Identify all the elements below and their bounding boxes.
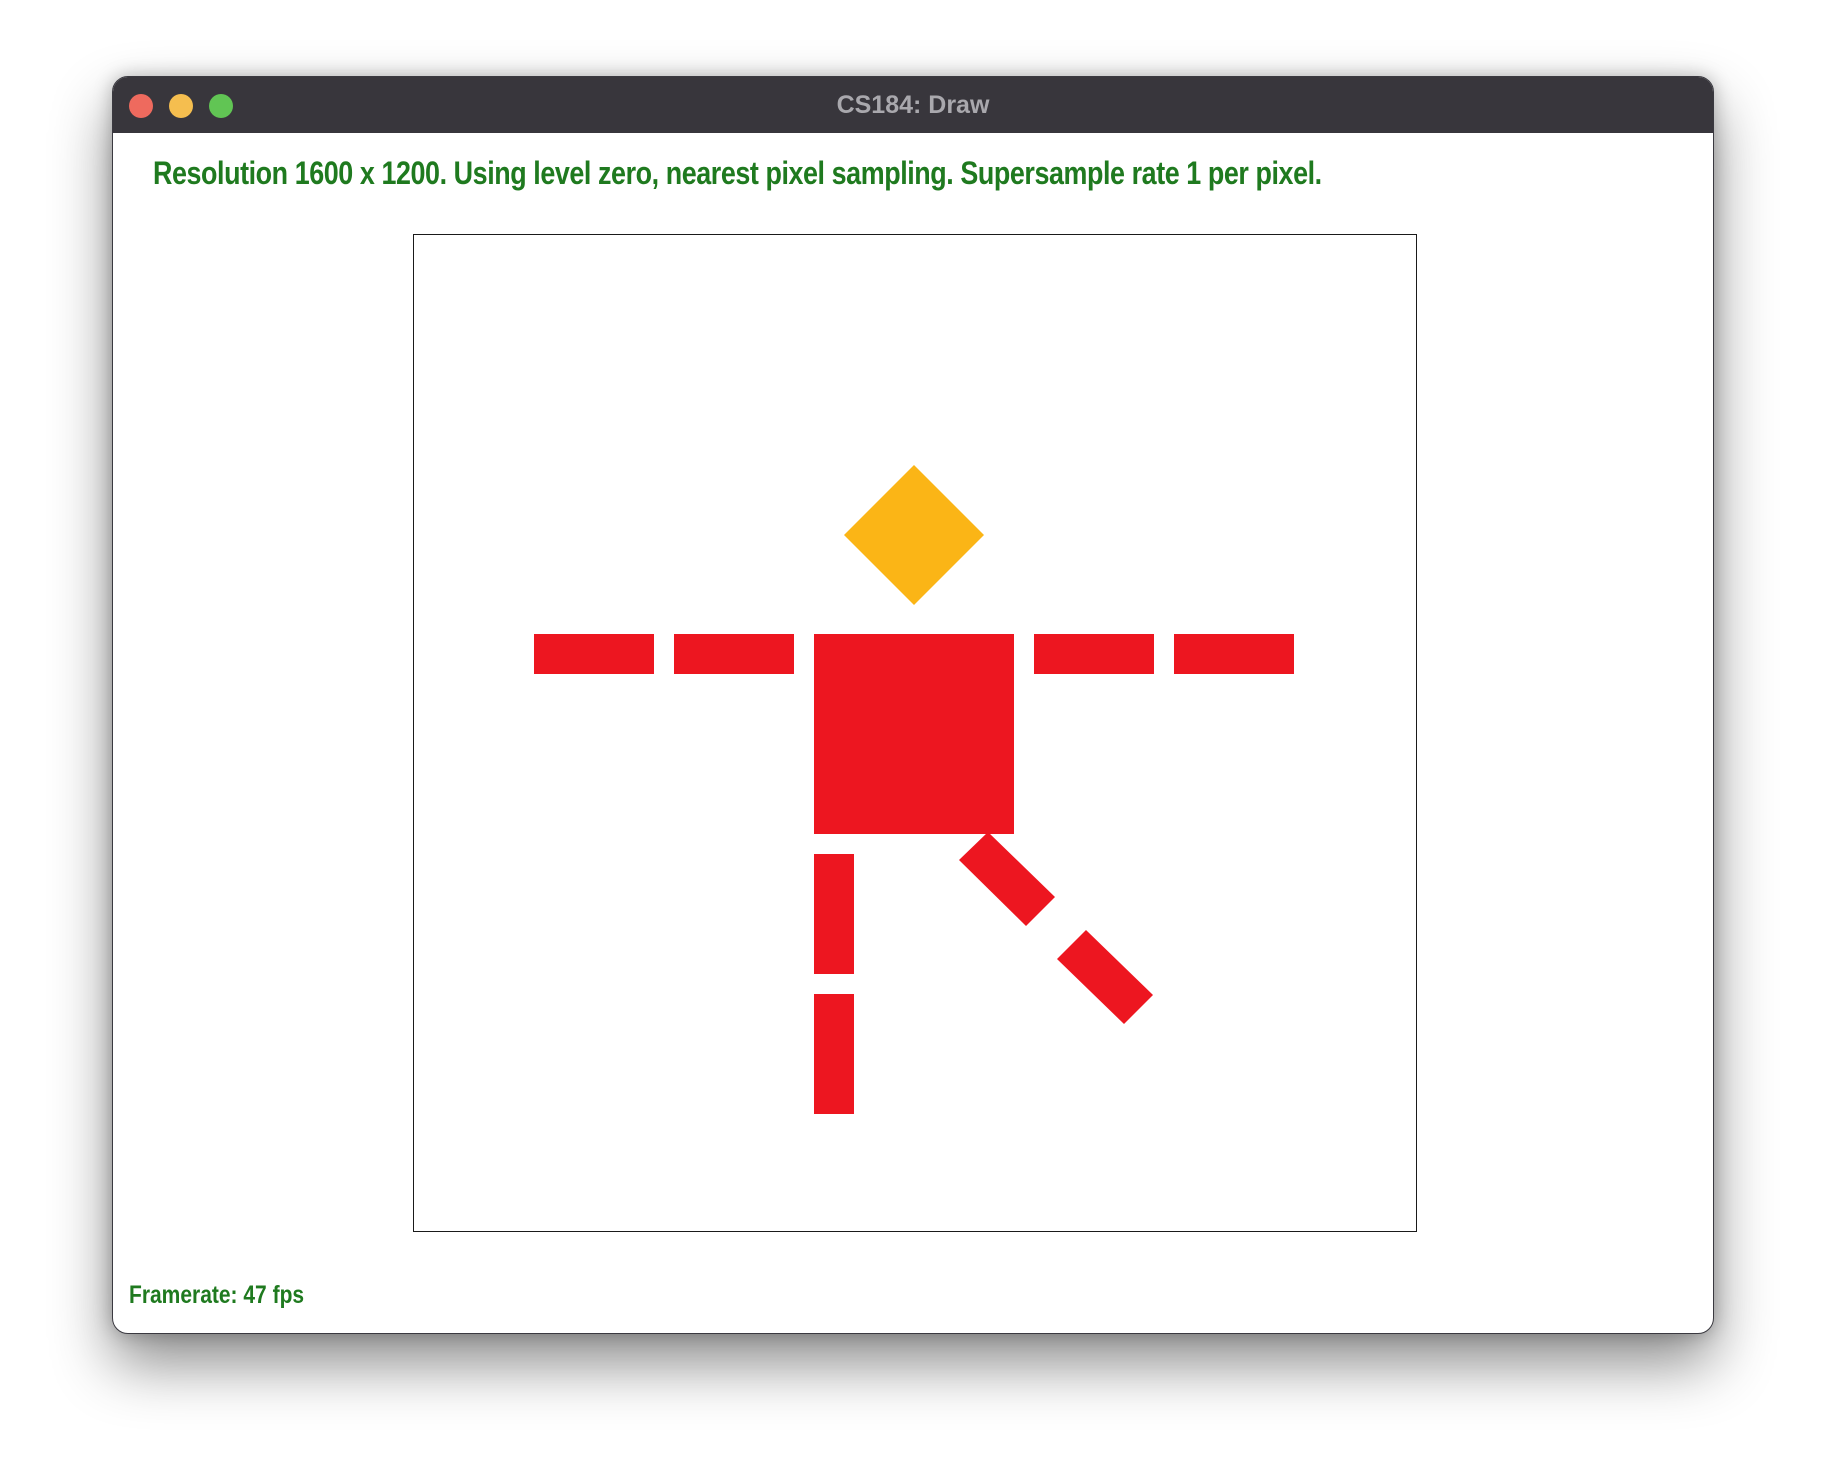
figure-left-lower-arm [534, 634, 654, 674]
figure-left-upper-leg [814, 854, 854, 974]
app-window: CS184: Draw Resolution 1600 x 1200. Usin… [112, 76, 1714, 1334]
figure-torso [814, 634, 1014, 834]
figure-right-lower-arm [1174, 634, 1294, 674]
window-title: CS184: Draw [836, 91, 990, 119]
figure-left-lower-leg [814, 994, 854, 1114]
figure-head [844, 465, 984, 605]
figure-left-upper-arm [674, 634, 794, 674]
figure-right-lower-leg [1057, 930, 1153, 1024]
svg-drawing [534, 465, 1294, 1114]
figure-right-upper-leg [959, 832, 1055, 926]
figure-right-upper-arm [1034, 634, 1154, 674]
title-bar[interactable]: CS184: Draw [113, 77, 1713, 133]
framerate-text: Framerate: 47 fps [129, 1281, 305, 1309]
drawing-canvas[interactable] [413, 234, 1417, 1232]
status-text: Resolution 1600 x 1200. Using level zero… [153, 155, 1322, 191]
